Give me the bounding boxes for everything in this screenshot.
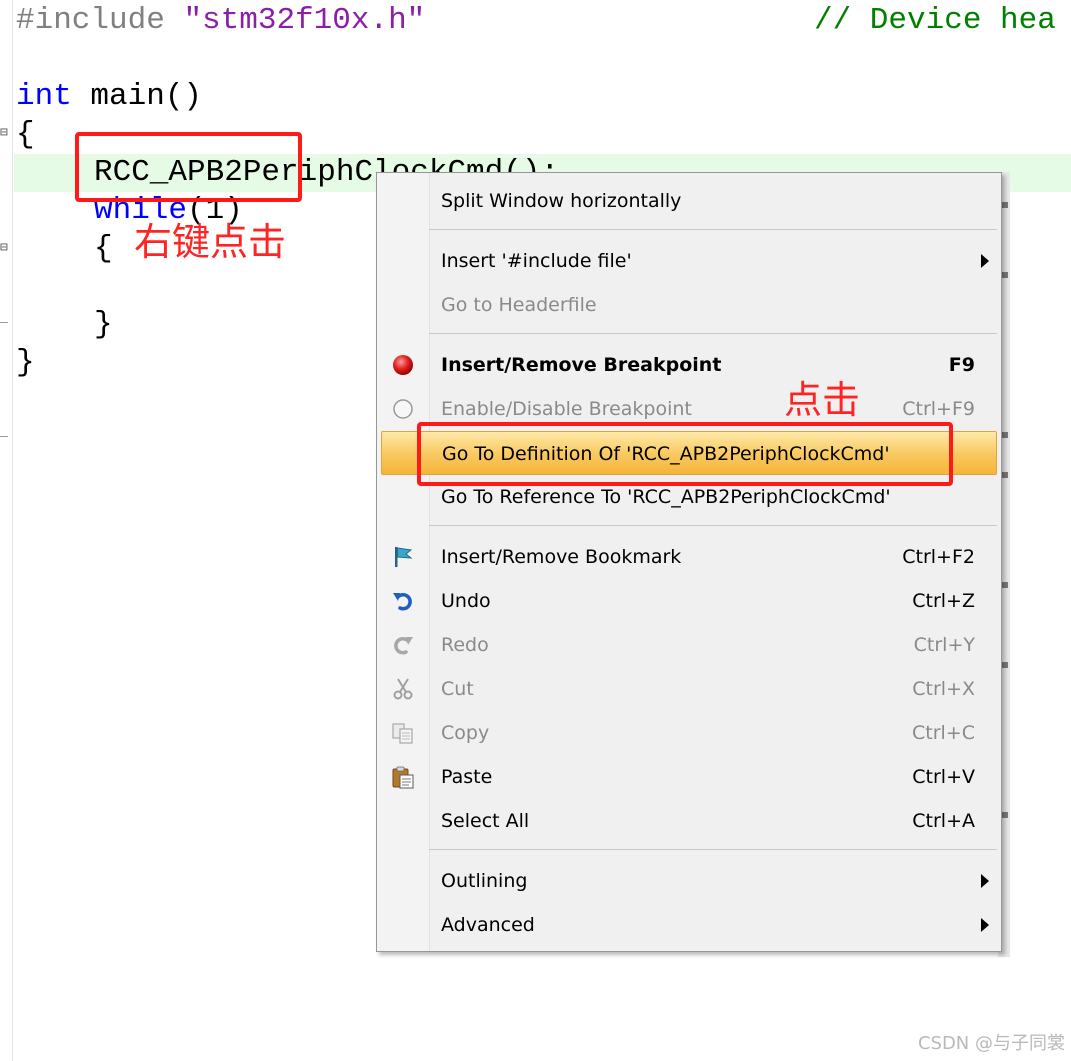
include-directive: #include [16, 3, 165, 38]
gutter-fold-end-marker [0, 322, 8, 323]
close-brace: } [16, 345, 35, 380]
fold-toggle-main-icon[interactable]: ⊟ [0, 126, 10, 139]
menu-item-shortcut: F9 [948, 354, 975, 376]
menu-item-undo[interactable]: Undo Ctrl+Z [377, 579, 1001, 623]
menu-item-label: Undo [441, 590, 491, 612]
code-line-open-brace-while[interactable]: { [94, 230, 113, 268]
main-signature: main() [71, 79, 203, 114]
menu-separator [429, 849, 997, 850]
open-brace: { [94, 231, 113, 266]
menu-item-outlining[interactable]: Outlining [377, 859, 1001, 903]
code-line-include-comment: // Device hea [814, 2, 1056, 40]
include-file-string: "stm32f10x.h" [183, 3, 426, 38]
menu-item-cut[interactable]: Cut Ctrl+X [377, 667, 1001, 711]
menu-item-label: Insert/Remove Bookmark [441, 546, 682, 568]
menu-item-label: Copy [441, 722, 490, 744]
gutter-fold-end-marker [0, 436, 8, 437]
clipboard-paste-icon [392, 766, 414, 789]
code-line-open-brace-main[interactable]: { [16, 116, 35, 154]
annotation-box-go-to-definition [417, 422, 953, 486]
menu-separator [429, 229, 997, 230]
include-comment: // Device hea [814, 3, 1056, 38]
annotation-box-function-name [75, 132, 302, 202]
copy-pages-icon [392, 723, 413, 744]
menu-item-paste[interactable]: Paste Ctrl+V [377, 755, 1001, 799]
context-menu: Split Window horizontally Insert '#inclu… [376, 172, 1002, 952]
redo-arrow-icon [394, 637, 413, 655]
watermark: CSDN @与子同裳 [917, 1033, 1065, 1054]
keyword-int: int [16, 79, 72, 114]
menu-item-copy[interactable]: Copy Ctrl+C [377, 711, 1001, 755]
menu-item-select-all[interactable]: Select All Ctrl+A [377, 799, 1001, 843]
menu-item-insert-include[interactable]: Insert '#include file' [377, 239, 1001, 283]
menu-item-label: Insert '#include file' [441, 250, 632, 272]
menu-item-go-to-headerfile[interactable]: Go to Headerfile [377, 283, 1001, 327]
menu-item-label: Redo [441, 634, 489, 656]
menu-item-label: Cut [441, 678, 474, 700]
scissors-icon [393, 678, 413, 700]
menu-item-shortcut: Ctrl+V [912, 766, 975, 788]
menu-item-label: Paste [441, 766, 493, 788]
menu-item-split-window[interactable]: Split Window horizontally [377, 179, 1001, 223]
chevron-right-icon [981, 918, 989, 932]
menu-item-label: Split Window horizontally [441, 190, 682, 212]
menu-item-shortcut: Ctrl+Y [913, 634, 975, 656]
breakpoint-red-dot-icon [393, 355, 413, 375]
close-brace: } [94, 307, 113, 342]
open-brace: { [16, 117, 35, 152]
bookmark-flag-icon [395, 547, 413, 567]
menu-item-shortcut: Ctrl+X [912, 678, 975, 700]
chevron-right-icon [981, 874, 989, 888]
menu-item-label: Select All [441, 810, 530, 832]
code-line-close-brace-main[interactable]: } [16, 344, 35, 382]
undo-arrow-icon [393, 593, 412, 611]
menu-separator [429, 333, 997, 334]
menu-item-shortcut: Ctrl+Z [912, 590, 975, 612]
menu-item-advanced[interactable]: Advanced [377, 903, 1001, 947]
menu-item-shortcut: Ctrl+F2 [902, 546, 975, 568]
code-line-close-brace-while[interactable]: } [94, 306, 113, 344]
menu-item-redo[interactable]: Redo Ctrl+Y [377, 623, 1001, 667]
annotation-right-click-label: 右键点击 [134, 220, 287, 264]
menu-item-label: Outlining [441, 870, 528, 892]
chevron-right-icon [981, 254, 989, 268]
menu-item-shortcut: Ctrl+C [912, 722, 975, 744]
menu-item-label: Go to Headerfile [441, 294, 597, 316]
menu-item-insert-remove-breakpoint[interactable]: Insert/Remove Breakpoint F9 [377, 343, 1001, 387]
menu-item-insert-remove-bookmark[interactable]: Insert/Remove Bookmark Ctrl+F2 [377, 535, 1001, 579]
menu-separator [429, 525, 997, 526]
menu-item-label: Advanced [441, 914, 535, 936]
gutter-divider [12, 0, 13, 1061]
fold-toggle-while-icon[interactable]: ⊟ [0, 241, 10, 254]
annotation-click-label: 点击 [784, 378, 861, 422]
breakpoint-hollow-circle-icon [393, 399, 413, 419]
code-line-main[interactable]: int main() [16, 78, 202, 116]
code-line-include[interactable]: #include "stm32f10x.h" [16, 2, 425, 40]
menu-item-label: Insert/Remove Breakpoint [441, 354, 722, 376]
menu-item-shortcut: Ctrl+A [912, 810, 975, 832]
